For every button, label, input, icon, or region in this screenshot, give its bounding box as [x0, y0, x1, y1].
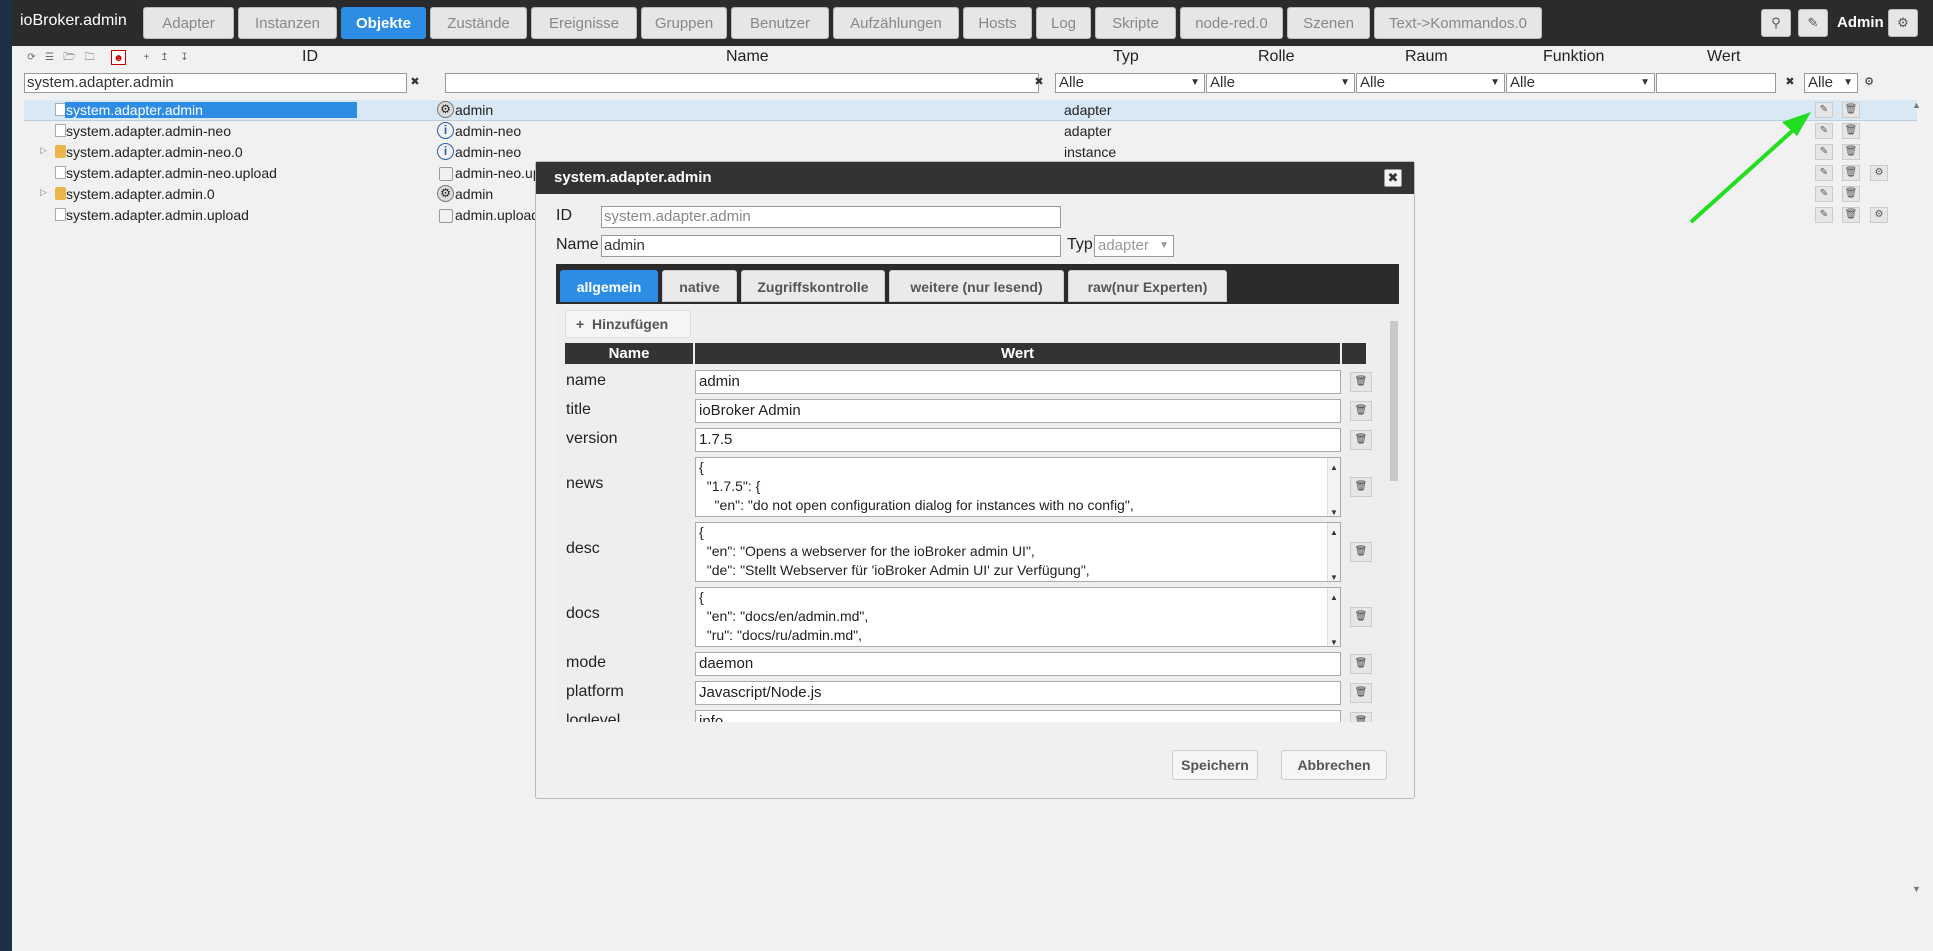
annotation-arrow-icon — [1689, 112, 1811, 224]
